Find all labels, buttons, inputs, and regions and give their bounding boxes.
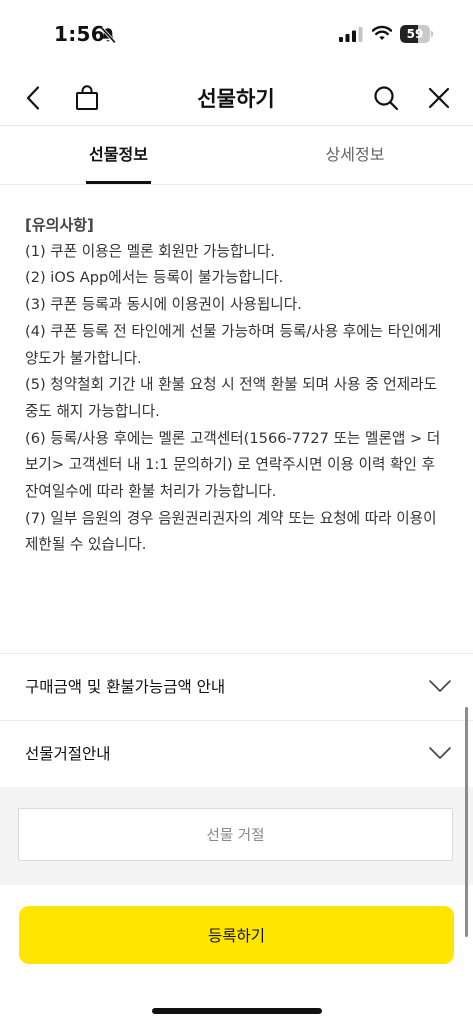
scrollbar-thumb[interactable] [465, 707, 468, 937]
notice-list: (1) 쿠폰 이용은 멜론 회원만 가능합니다. (2) iOS App에서는 … [25, 239, 450, 559]
shopping-bag-icon[interactable] [73, 84, 101, 112]
notice-section: [유의사항] (1) 쿠폰 이용은 멜론 회원만 가능합니다. (2) iOS … [25, 212, 450, 559]
notice-item: (1) 쿠폰 이용은 멜론 회원만 가능합니다. [25, 242, 275, 260]
register-button[interactable]: 등록하기 [19, 906, 454, 964]
close-icon[interactable] [425, 84, 453, 112]
battery-cap [431, 31, 433, 37]
chevron-down-icon [429, 680, 451, 692]
notice-item: (5) 청약철회 기간 내 환불 요청 시 전액 환불 되며 사용 중 언제라도… [25, 376, 437, 420]
wifi-icon [372, 25, 392, 40]
accordion-gift-reject-info[interactable]: 선물거절안내 [0, 720, 473, 788]
bell-slash-icon [100, 26, 116, 44]
tab-detail-info[interactable]: 상세정보 [300, 125, 410, 184]
accordion-label: 선물거절안내 [25, 745, 111, 763]
tab-active-indicator [86, 181, 151, 184]
home-indicator [152, 1008, 322, 1014]
status-bar: 1:56 59 [0, 0, 473, 70]
notice-item: (4) 쿠폰 등록 전 타인에게 선물 가능하며 등록/사용 후에는 타인에게 … [25, 322, 442, 367]
accordion-label: 구매금액 및 환불가능금액 안내 [25, 678, 226, 696]
notice-item: (2) iOS App에서는 등록이 불가능합니다. [25, 269, 284, 287]
reject-panel: 선물 거절 [0, 787, 473, 885]
accordion-refund-info[interactable]: 구매금액 및 환불가능금액 안내 [0, 653, 473, 721]
notice-item: (6) 등록/사용 후에는 멜론 고객센터(1566-7727 또는 멜론앱 >… [25, 429, 441, 501]
tab-bar: 선물정보 상세정보 [0, 125, 473, 185]
page-title: 선물하기 [197, 87, 275, 111]
battery-icon: 59 [400, 25, 433, 43]
chevron-down-icon [429, 747, 451, 759]
status-time: 1:56 [54, 22, 105, 46]
notice-item: (7) 일부 음원의 경우 음원권리권자의 계약 또는 요청에 따라 이용이 제… [25, 509, 437, 554]
reject-gift-button[interactable]: 선물 거절 [18, 808, 453, 861]
back-icon[interactable] [20, 84, 48, 112]
notice-item: (3) 쿠폰 등록과 동시에 이용권이 사용됩니다. [25, 296, 302, 314]
battery-body: 59 [400, 25, 430, 43]
signal-icon [339, 27, 363, 42]
notice-title: [유의사항] [25, 216, 94, 234]
tab-gift-info[interactable]: 선물정보 [86, 125, 151, 184]
battery-level: 59 [406, 27, 424, 41]
search-icon[interactable] [372, 84, 400, 112]
nav-bar: 선물하기 [0, 70, 473, 126]
